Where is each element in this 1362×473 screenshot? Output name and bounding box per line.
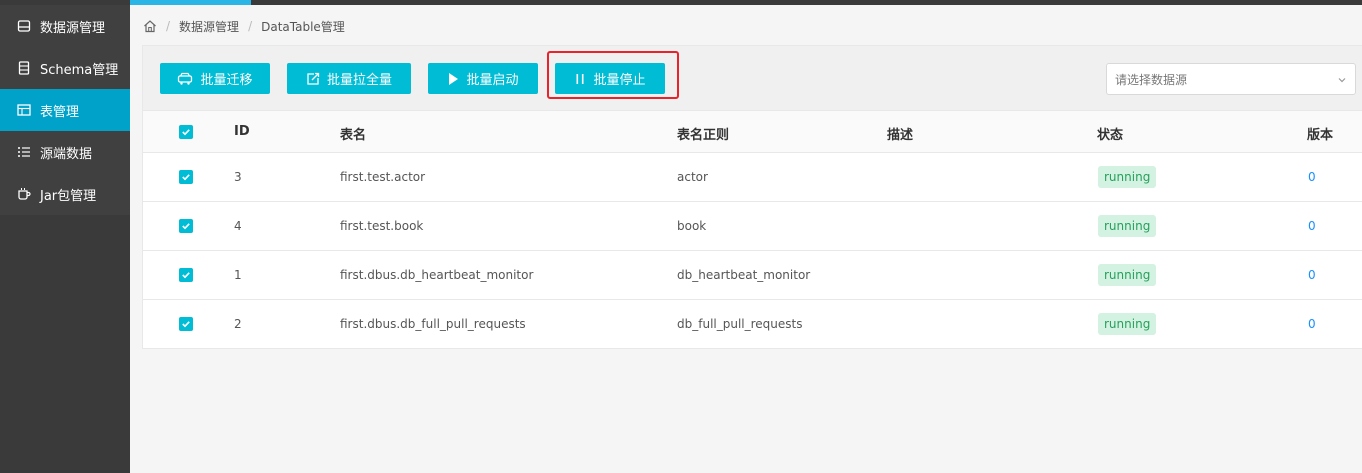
column-header-id: ID [234, 124, 250, 139]
table-row: 4 first.test.book book running 0 [143, 202, 1362, 251]
sidebar-item-jar[interactable]: Jar包管理 [0, 173, 130, 215]
check-icon [182, 321, 190, 328]
schema-icon [16, 60, 32, 76]
cell-id: 2 [234, 317, 242, 331]
batch-fullpull-label: 批量拉全量 [326, 73, 392, 88]
cell-regex: db_heartbeat_monitor [677, 268, 811, 282]
breadcrumb-current: DataTable管理 [261, 19, 345, 34]
cell-name: first.test.actor [340, 170, 426, 184]
cell-id: 4 [234, 219, 242, 233]
sidebar-item-label: 数据源管理 [40, 20, 106, 36]
sidebar-menu: 数据源管理 Schema管理 表管理 源端数据 Jar包管理 [0, 5, 130, 215]
select-all-checkbox[interactable] [179, 125, 193, 139]
top-bar [0, 0, 1362, 5]
cell-id: 1 [234, 268, 242, 282]
table-row: 1 first.dbus.db_heartbeat_monitor db_hea… [143, 251, 1362, 300]
sidebar-item-schema[interactable]: Schema管理 [0, 47, 130, 89]
car-icon [177, 72, 193, 86]
column-header-version: 版本 [1307, 128, 1334, 143]
toolbar: 批量迁移 批量拉全量 批量启动 批量停止 请选择数据源 [143, 46, 1362, 111]
table-row: 3 first.test.actor actor running 0 [143, 153, 1362, 202]
check-icon [182, 272, 190, 279]
sidebar-item-label: Schema管理 [40, 62, 119, 78]
batch-stop-label: 批量停止 [593, 73, 646, 88]
datasource-placeholder: 请选择数据源 [1115, 72, 1188, 87]
batch-stop-button[interactable]: 批量停止 [555, 63, 665, 94]
batch-fullpull-button[interactable]: 批量拉全量 [287, 63, 411, 94]
batch-migrate-label: 批量迁移 [200, 73, 253, 88]
sidebar-item-table[interactable]: 表管理 [0, 89, 130, 131]
row-checkbox[interactable] [179, 170, 193, 184]
status-badge: running [1098, 264, 1157, 286]
column-header-regex: 表名正则 [677, 128, 730, 143]
column-header-description: 描述 [887, 128, 914, 143]
list-icon [16, 144, 32, 160]
database-icon [16, 18, 32, 34]
table-row: 2 first.dbus.db_full_pull_requests db_fu… [143, 300, 1362, 349]
status-badge: running [1098, 215, 1157, 237]
cell-name: first.dbus.db_full_pull_requests [340, 317, 526, 331]
top-accent [130, 0, 251, 5]
cell-regex: book [677, 219, 707, 233]
sidebar-item-label: 表管理 [40, 104, 80, 120]
row-checkbox[interactable] [179, 317, 193, 331]
datasource-select[interactable]: 请选择数据源 [1106, 63, 1356, 95]
status-badge: running [1098, 166, 1157, 188]
version-link[interactable]: 0 [1308, 219, 1316, 233]
cell-name: first.test.book [340, 219, 424, 233]
check-icon [182, 129, 190, 136]
breadcrumb: / 数据源管理 / DataTable管理 [143, 16, 345, 36]
table-header: ID 表名 表名正则 描述 状态 版本 [143, 111, 1362, 153]
sidebar: 数据源管理 Schema管理 表管理 源端数据 Jar包管理 [0, 5, 130, 473]
breadcrumb-separator: / [248, 19, 253, 33]
export-icon [306, 72, 320, 86]
cell-name: first.dbus.db_heartbeat_monitor [340, 268, 534, 282]
column-header-name: 表名 [340, 128, 367, 143]
version-link[interactable]: 0 [1308, 317, 1316, 331]
cell-regex: actor [677, 170, 708, 184]
row-checkbox[interactable] [179, 268, 193, 282]
sidebar-item-label: 源端数据 [40, 146, 93, 162]
breadcrumb-separator: / [166, 19, 171, 33]
main-panel: 批量迁移 批量拉全量 批量启动 批量停止 请选择数据源 ID 表名 表名正则 描… [142, 45, 1362, 349]
row-checkbox[interactable] [179, 219, 193, 233]
version-link[interactable]: 0 [1308, 170, 1316, 184]
sidebar-item-datasource[interactable]: 数据源管理 [0, 5, 130, 47]
status-badge: running [1098, 313, 1157, 335]
table-icon [16, 102, 32, 118]
breadcrumb-datasource[interactable]: 数据源管理 [179, 18, 239, 35]
batch-migrate-button[interactable]: 批量迁移 [160, 63, 270, 94]
home-icon[interactable] [143, 19, 157, 33]
pause-icon [574, 72, 586, 86]
cell-regex: db_full_pull_requests [677, 317, 803, 331]
check-icon [182, 223, 190, 230]
sidebar-item-label: Jar包管理 [40, 188, 97, 204]
coffee-icon [16, 186, 32, 202]
batch-start-button[interactable]: 批量启动 [428, 63, 538, 94]
check-icon [182, 174, 190, 181]
chevron-down-icon [1337, 74, 1347, 84]
sidebar-item-source-data[interactable]: 源端数据 [0, 131, 130, 173]
batch-start-label: 批量启动 [466, 73, 519, 88]
play-icon [447, 72, 459, 86]
cell-id: 3 [234, 170, 242, 184]
column-header-status: 状态 [1097, 128, 1124, 143]
version-link[interactable]: 0 [1308, 268, 1316, 282]
